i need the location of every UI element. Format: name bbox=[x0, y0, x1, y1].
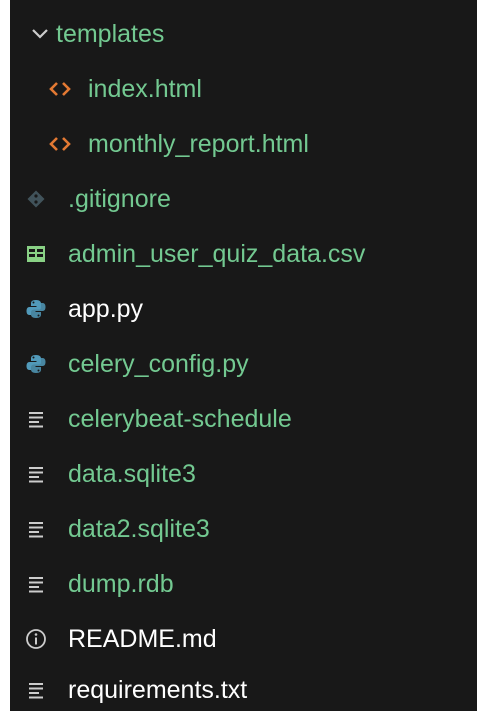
file-label: requirements.txt bbox=[68, 676, 248, 704]
file-requirements-txt[interactable]: requirements.txt bbox=[10, 662, 477, 718]
html-icon bbox=[48, 77, 72, 101]
git-icon bbox=[24, 187, 48, 211]
file-app-py[interactable]: app.py bbox=[10, 281, 477, 337]
chevron-down-icon[interactable] bbox=[28, 22, 52, 46]
file-readme-md[interactable]: README.md bbox=[10, 611, 477, 667]
file-label: .gitignore bbox=[68, 185, 171, 213]
file-index-html[interactable]: index.html bbox=[10, 61, 477, 117]
file-celerybeat-schedule[interactable]: celerybeat-schedule bbox=[10, 391, 477, 447]
file-label: index.html bbox=[88, 75, 202, 103]
file-label: monthly_report.html bbox=[88, 130, 309, 158]
file-celery-config-py[interactable]: celery_config.py bbox=[10, 336, 477, 392]
folder-label: templates bbox=[56, 20, 165, 48]
text-lines-icon bbox=[24, 407, 48, 431]
file-monthly-report-html[interactable]: monthly_report.html bbox=[10, 116, 477, 172]
text-lines-icon bbox=[24, 678, 48, 702]
file-data2-sqlite3[interactable]: data2.sqlite3 bbox=[10, 501, 477, 557]
file-label: admin_user_quiz_data.csv bbox=[68, 240, 366, 268]
file-gitignore[interactable]: .gitignore bbox=[10, 171, 477, 227]
file-label: data2.sqlite3 bbox=[68, 515, 210, 543]
text-lines-icon bbox=[24, 572, 48, 596]
file-data-sqlite3[interactable]: data.sqlite3 bbox=[10, 446, 477, 502]
folder-templates[interactable]: templates bbox=[10, 6, 477, 62]
html-icon bbox=[48, 132, 72, 156]
table-icon bbox=[24, 242, 48, 266]
text-lines-icon bbox=[24, 517, 48, 541]
info-icon bbox=[24, 627, 48, 651]
file-label: celery_config.py bbox=[68, 350, 249, 378]
python-icon bbox=[24, 297, 48, 321]
file-label: dump.rdb bbox=[68, 570, 174, 598]
file-label: app.py bbox=[68, 295, 144, 323]
file-dump-rdb[interactable]: dump.rdb bbox=[10, 556, 477, 612]
file-admin-user-quiz-data-csv[interactable]: admin_user_quiz_data.csv bbox=[10, 226, 477, 282]
text-lines-icon bbox=[24, 462, 48, 486]
file-label: celerybeat-schedule bbox=[68, 405, 292, 433]
python-icon bbox=[24, 352, 48, 376]
file-label: README.md bbox=[68, 625, 217, 653]
file-label: data.sqlite3 bbox=[68, 460, 196, 488]
file-explorer-panel: templates index.html monthly_report.html… bbox=[10, 0, 477, 711]
